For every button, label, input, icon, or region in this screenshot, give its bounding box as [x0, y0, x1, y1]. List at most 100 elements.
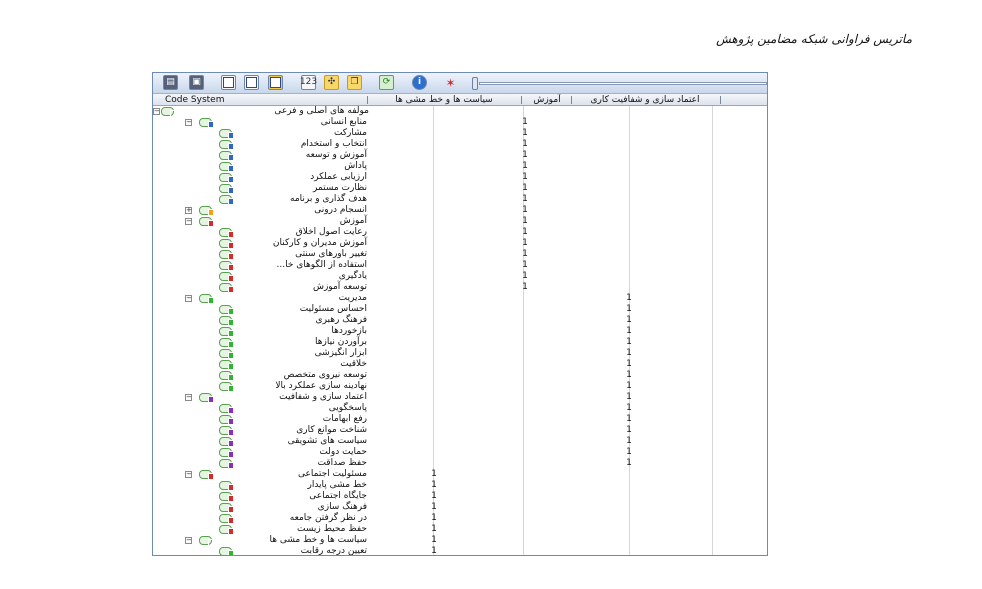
collapse-toggle-icon[interactable]: −	[185, 119, 192, 126]
subcode-row[interactable]: رعایت اصول اخلاق 1	[153, 227, 767, 238]
subcode-row[interactable]: آموزش و توسعه 1	[153, 150, 767, 161]
matrix-cell[interactable]: 1	[625, 304, 633, 315]
matrix-cell[interactable]: 1	[625, 348, 633, 359]
code-row[interactable]: مدیریت − 1	[153, 293, 767, 304]
matrix-cell[interactable]: 1	[430, 502, 438, 513]
code-row[interactable]: انسجام درونی +1	[153, 205, 767, 216]
subcode-row[interactable]: آموزش مدیران و کارکنان 1	[153, 238, 767, 249]
column-header-policies[interactable]: سیاست ها و خط مشی ها	[369, 94, 519, 106]
collapse-toggle-icon[interactable]: −	[185, 471, 192, 478]
matrix-cell[interactable]: 1	[521, 150, 529, 161]
matrix-cell[interactable]: 1	[521, 260, 529, 271]
copy-icon[interactable]: ❐	[347, 75, 362, 90]
matrix-cell[interactable]: 1	[521, 227, 529, 238]
matrix-cell[interactable]: 1	[521, 216, 529, 227]
export-icon[interactable]: ▤	[163, 75, 178, 90]
matrix-cell[interactable]: 1	[430, 469, 438, 480]
column-header-education[interactable]: آموزش	[525, 94, 569, 106]
subcode-row[interactable]: حفظ محیط زیست 1	[153, 524, 767, 535]
subcode-row[interactable]: هدف گذاری و برنامه 1	[153, 194, 767, 205]
code-system-header[interactable]: Code System	[165, 94, 365, 106]
subcode-row[interactable]: مشارکت 1	[153, 128, 767, 139]
subcode-row[interactable]: انتخاب و استخدام 1	[153, 139, 767, 150]
matrix-cell[interactable]: 1	[625, 458, 633, 469]
matrix-cell[interactable]: 1	[625, 381, 633, 392]
matrix-cell[interactable]: 1	[521, 249, 529, 260]
subcode-row[interactable]: یادگیری 1	[153, 271, 767, 282]
highlight-window-icon[interactable]	[268, 75, 283, 90]
code-row[interactable]: سیاست ها و خط مشی ها − 1	[153, 535, 767, 546]
subcode-row[interactable]: فرهنگ رهبری 1	[153, 315, 767, 326]
matrix-cell[interactable]: 1	[521, 238, 529, 249]
matrix-cell[interactable]: 1	[521, 117, 529, 128]
zoom-slider-thumb[interactable]	[472, 77, 478, 90]
subcode-row[interactable]: برآوردن نیازها 1	[153, 337, 767, 348]
matrix-cell[interactable]: 1	[625, 326, 633, 337]
matrix-cell[interactable]: 1	[521, 172, 529, 183]
matrix-cell[interactable]: 1	[430, 535, 438, 546]
matrix-cell[interactable]: 1	[625, 359, 633, 370]
code-row[interactable]: اعتماد سازی و شفافیت − 1	[153, 392, 767, 403]
info-icon[interactable]: i	[412, 75, 427, 90]
collapse-toggle-icon[interactable]: −	[185, 295, 192, 302]
matrix-cell[interactable]: 1	[521, 194, 529, 205]
code-tree-icon[interactable]: ✣	[324, 75, 339, 90]
matrix-cell[interactable]: 1	[625, 293, 633, 304]
matrix-cell[interactable]: 1	[625, 403, 633, 414]
subcode-row[interactable]: توسعه آموزش 1	[153, 282, 767, 293]
expand-toggle-icon[interactable]: +	[185, 207, 192, 214]
matrix-cell[interactable]: 1	[521, 128, 529, 139]
subcode-row[interactable]: ابزار انگیزشی 1	[153, 348, 767, 359]
subcode-row[interactable]: خط مشی پایدار 1	[153, 480, 767, 491]
subcode-row[interactable]: حمایت دولت 1	[153, 447, 767, 458]
subcode-row[interactable]: ارزیابی عملکرد 1	[153, 172, 767, 183]
code-row[interactable]: مسئولیت اجتماعی − 1	[153, 469, 767, 480]
subcode-row[interactable]: خلاقیت 1	[153, 359, 767, 370]
matrix-cell[interactable]: 1	[430, 546, 438, 555]
matrix-cell[interactable]: 1	[521, 161, 529, 172]
zoom-slider-track[interactable]	[479, 82, 767, 85]
matrix-cell[interactable]: 1	[625, 392, 633, 403]
subcode-row[interactable]: در نظر گرفتن جامعه 1	[153, 513, 767, 524]
collapse-toggle-icon[interactable]: −	[153, 108, 160, 115]
matrix-cell[interactable]: 1	[521, 205, 529, 216]
matrix-cell[interactable]: 1	[625, 315, 633, 326]
subcode-row[interactable]: پاسخگویی 1	[153, 403, 767, 414]
column-header-trust[interactable]: اعتماد سازی و شفافیت کاری	[575, 94, 715, 106]
matrix-cell[interactable]: 1	[430, 524, 438, 535]
matrix-cell[interactable]: 1	[625, 414, 633, 425]
matrix-cell[interactable]: 1	[521, 282, 529, 293]
subcode-row[interactable]: نهادینه سازی عملکرد بالا 1	[153, 381, 767, 392]
matrix-cell[interactable]: 1	[521, 271, 529, 282]
subcode-row[interactable]: تغییر باورهای سنتی 1	[153, 249, 767, 260]
runner-icon[interactable]: ✶	[443, 75, 458, 90]
window-icon-2[interactable]	[244, 75, 259, 90]
matrix-cell[interactable]: 1	[625, 447, 633, 458]
matrix-cell[interactable]: 1	[430, 513, 438, 524]
collapse-toggle-icon[interactable]: −	[185, 537, 192, 544]
matrix-cell[interactable]: 1	[625, 436, 633, 447]
code-row[interactable]: مولفه های اصلی و فرعی −	[153, 106, 767, 117]
subcode-row[interactable]: حفظ صداقت 1	[153, 458, 767, 469]
subcode-row[interactable]: سیاست های تشویقی 1	[153, 436, 767, 447]
matrix-cell[interactable]: 1	[625, 337, 633, 348]
matrix-cell[interactable]: 1	[625, 370, 633, 381]
subcode-row[interactable]: جایگاه اجتماعی 1	[153, 491, 767, 502]
subcode-row[interactable]: پاداش 1	[153, 161, 767, 172]
subcode-row[interactable]: توسعه نیروی متخصص 1	[153, 370, 767, 381]
code-row[interactable]: منابع انسانی − 1	[153, 117, 767, 128]
matrix-cell[interactable]: 1	[521, 183, 529, 194]
subcode-row[interactable]: فرهنگ سازی 1	[153, 502, 767, 513]
code-row[interactable]: آموزش − 1	[153, 216, 767, 227]
window-icon[interactable]	[221, 75, 236, 90]
matrix-cell[interactable]: 1	[430, 491, 438, 502]
matrix-cell[interactable]: 1	[625, 425, 633, 436]
number-display-icon[interactable]: 123	[300, 75, 317, 90]
subcode-row[interactable]: بازخوردها 1	[153, 326, 767, 337]
collapse-toggle-icon[interactable]: −	[185, 394, 192, 401]
subcode-row[interactable]: نظارت مستمر 1	[153, 183, 767, 194]
collapse-toggle-icon[interactable]: −	[185, 218, 192, 225]
subcode-row[interactable]: رفع ابهامات 1	[153, 414, 767, 425]
subcode-row[interactable]: استفاده از الگوهای خا... 1	[153, 260, 767, 271]
subcode-row[interactable]: تعیین درجه رقابت 1	[153, 546, 767, 555]
